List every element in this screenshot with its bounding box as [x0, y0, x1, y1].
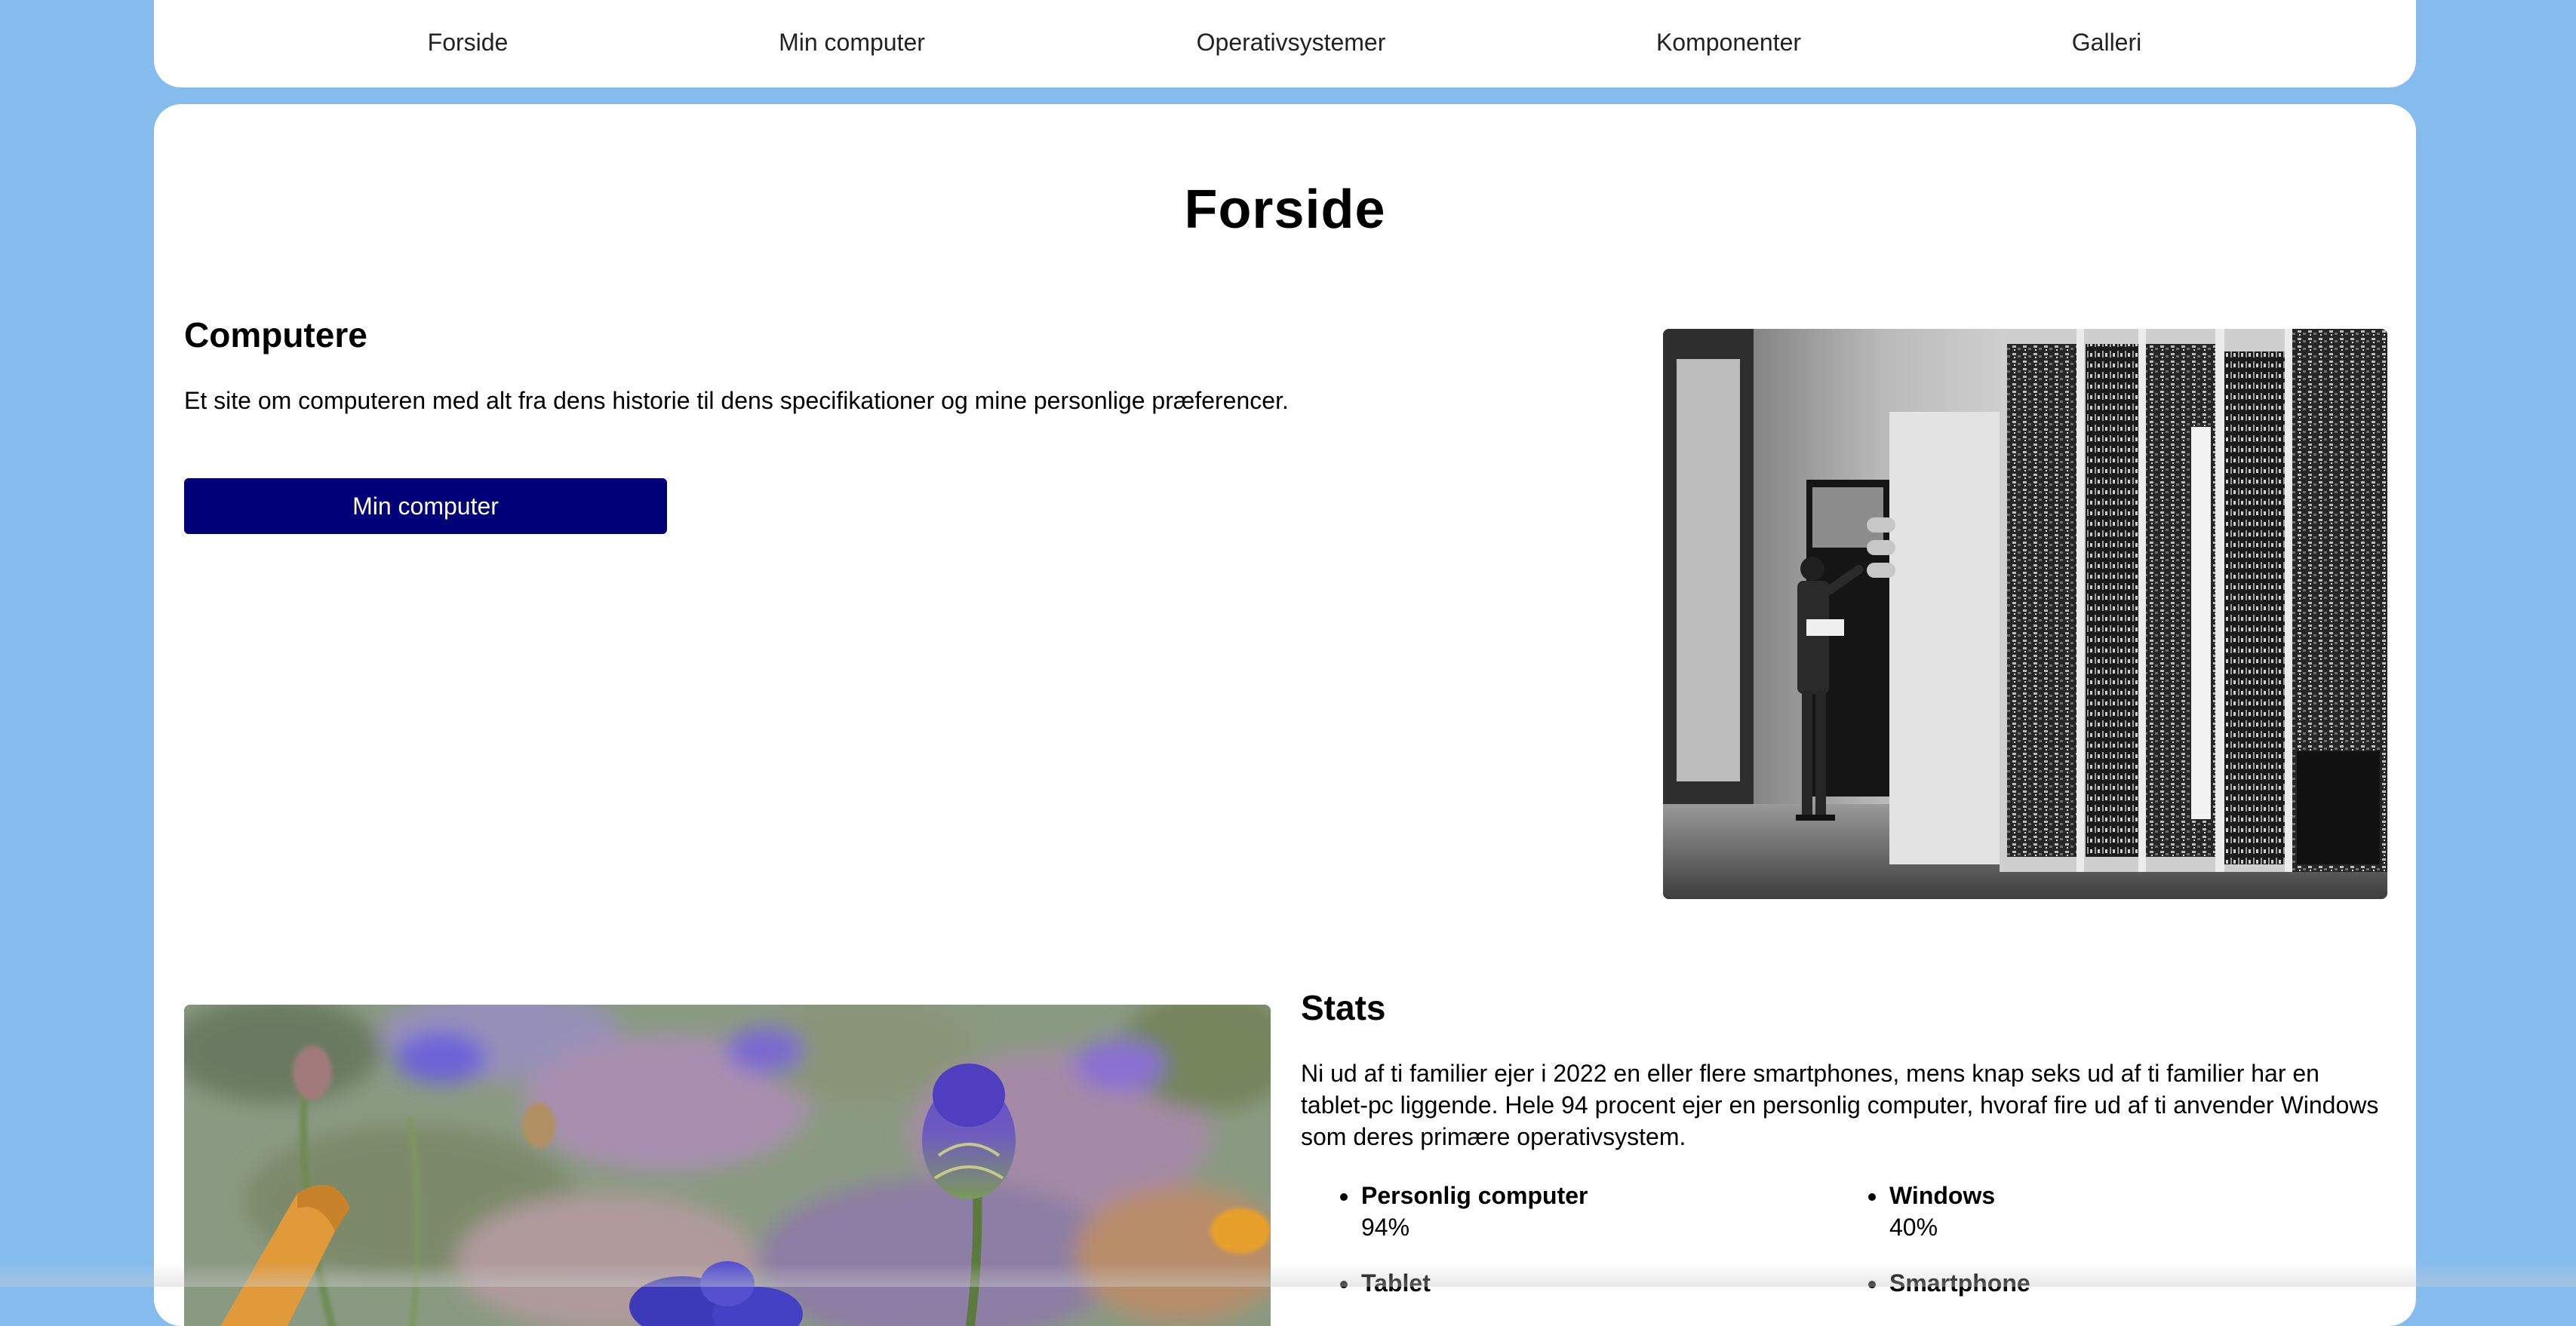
- nav-link-komponenter[interactable]: Komponenter: [1656, 26, 1801, 59]
- nav-link-operativsystemer[interactable]: Operativsystemer: [1197, 26, 1386, 59]
- stats-value: 40%: [1889, 1214, 1938, 1241]
- stats-value: 94%: [1361, 1214, 1410, 1241]
- bullet-icon: [1340, 1193, 1348, 1201]
- nav-link-forside[interactable]: Forside: [428, 26, 509, 59]
- stats-label: Personlig computer: [1361, 1182, 1588, 1209]
- nav-link-min-computer[interactable]: Min computer: [779, 26, 925, 59]
- page-title: Forside: [1184, 180, 1386, 240]
- stats-item-windows: Windows 40%: [1868, 1180, 2372, 1243]
- nav-link-galleri[interactable]: Galleri: [2072, 26, 2141, 59]
- stats-heading: Stats: [1301, 988, 1386, 1027]
- historic-computer-photo: [1663, 329, 2387, 899]
- stats-item-personlig-computer: Personlig computer 94%: [1340, 1180, 1844, 1243]
- top-navigation: Forside Min computer Operativsystemer Ko…: [154, 0, 2416, 87]
- historic-computer-illustration: [1663, 329, 2387, 899]
- computere-heading: Computere: [184, 315, 367, 355]
- bullet-icon: [1868, 1193, 1876, 1201]
- content-panel: Forside Computere Et site om computeren …: [154, 104, 2416, 1326]
- bottom-fade-overlay: [0, 1263, 2576, 1287]
- computere-description: Et site om computeren med alt fra dens h…: [184, 387, 1289, 414]
- min-computer-button[interactable]: Min computer: [184, 478, 667, 534]
- stats-description: Ni ud af ti familier ejer i 2022 en elle…: [1301, 1060, 2379, 1150]
- stats-label: Windows: [1889, 1182, 1996, 1209]
